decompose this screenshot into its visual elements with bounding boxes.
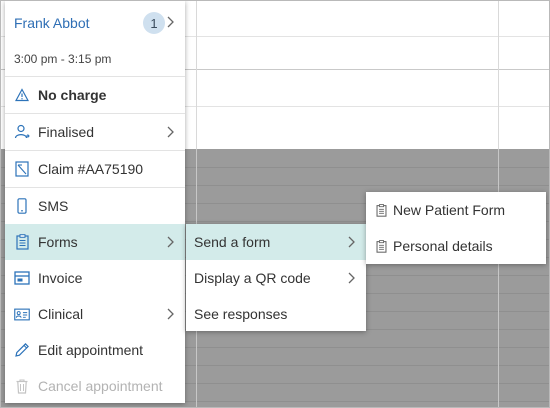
- warning-icon: [14, 87, 30, 103]
- sms-label: SMS: [38, 198, 69, 214]
- invoice-icon: [14, 270, 30, 286]
- send-form-submenu: New Patient Form Personal details: [366, 192, 546, 264]
- send-form-label: Send a form: [194, 234, 271, 250]
- claim-item[interactable]: Claim #AA75190: [5, 151, 185, 187]
- form-option-personal-details[interactable]: Personal details: [366, 228, 546, 264]
- sms-item[interactable]: SMS: [5, 188, 185, 224]
- form-option-label: Personal details: [393, 238, 493, 254]
- invoice-item[interactable]: Invoice: [5, 260, 185, 296]
- clipboard-icon: [14, 234, 30, 250]
- clipboard-icon: [374, 203, 388, 217]
- status-finalised-item[interactable]: Finalised: [5, 114, 185, 150]
- qr-code-item[interactable]: Display a QR code: [186, 260, 366, 296]
- see-responses-item[interactable]: See responses: [186, 296, 366, 332]
- trash-icon: [14, 378, 30, 394]
- appointment-context-menu: Frank Abbot 1 3:00 pm - 3:15 pm No charg…: [5, 1, 185, 403]
- chevron-right-icon: [348, 236, 355, 248]
- forms-item[interactable]: Forms: [5, 224, 185, 260]
- calendar-frame: Ne Frank Abbot 1 3:00 pm - 3:15 pm: [0, 0, 550, 408]
- clinical-label: Clinical: [38, 306, 84, 322]
- patient-count-badge: 1: [143, 12, 165, 34]
- claim-document-icon: [14, 161, 30, 177]
- see-responses-label: See responses: [194, 306, 288, 322]
- appointment-time: 3:00 pm - 3:15 pm: [14, 52, 112, 66]
- cancel-appointment-label: Cancel appointment: [38, 378, 163, 394]
- send-form-item[interactable]: Send a form: [186, 224, 366, 260]
- qr-code-label: Display a QR code: [194, 270, 311, 286]
- id-card-icon: [14, 306, 30, 322]
- chevron-right-icon: [348, 272, 355, 284]
- charge-status-label: No charge: [38, 87, 107, 103]
- clipboard-icon: [374, 239, 388, 253]
- forms-label: Forms: [38, 234, 78, 250]
- chevron-right-icon: [167, 16, 174, 28]
- cancel-appointment-item: Cancel appointment: [5, 368, 185, 404]
- user-arrow-icon: [14, 124, 30, 140]
- charge-status-row: No charge: [5, 77, 185, 113]
- form-option-label: New Patient Form: [393, 202, 506, 218]
- patient-name-link[interactable]: Frank Abbot: [14, 15, 90, 31]
- chevron-right-icon: [167, 308, 174, 320]
- chevron-right-icon: [167, 236, 174, 248]
- clinical-item[interactable]: Clinical: [5, 296, 185, 332]
- pencil-icon: [14, 342, 30, 358]
- forms-submenu: Send a form Display a QR code See respon…: [186, 224, 366, 331]
- mobile-phone-icon: [14, 198, 30, 214]
- form-option-new-patient[interactable]: New Patient Form: [366, 192, 546, 228]
- claim-label: Claim #AA75190: [38, 161, 144, 177]
- edit-appointment-item[interactable]: Edit appointment: [5, 332, 185, 368]
- status-label: Finalised: [38, 124, 95, 140]
- edit-appointment-label: Edit appointment: [38, 342, 144, 358]
- patient-row[interactable]: Frank Abbot 1: [5, 1, 185, 43]
- chevron-right-icon: [167, 126, 174, 138]
- invoice-label: Invoice: [38, 270, 83, 286]
